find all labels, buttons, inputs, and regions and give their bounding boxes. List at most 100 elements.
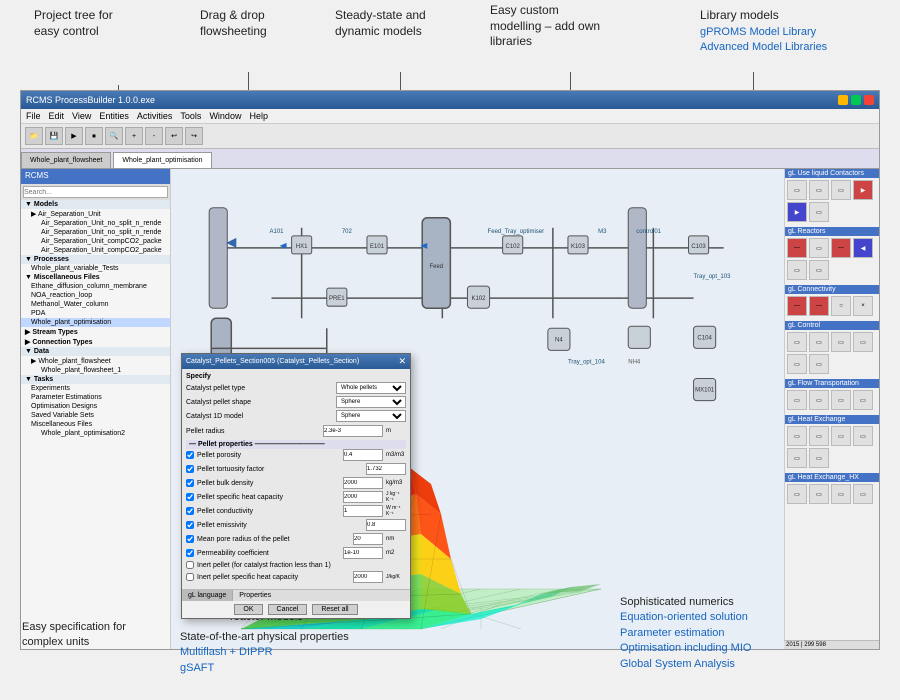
lib-btn-2[interactable]: ▭ (809, 180, 829, 200)
tree-item-pda[interactable]: PDA (21, 309, 170, 318)
lib-hx-btn-3[interactable]: ▭ (831, 484, 851, 504)
tree-item-asu1[interactable]: Air_Separation_Unit_no_split_n_rende (21, 219, 170, 228)
tree-item-whole-opt[interactable]: Whole_plant_optimisation (21, 318, 170, 327)
tree-item-asu4[interactable]: Air_Separation_Unit_compCO2_packe (21, 246, 170, 255)
popup-check-pore-radius[interactable] (186, 535, 194, 543)
lib-flow-btn-3[interactable]: ▭ (831, 390, 851, 410)
popup-check-heat-cap[interactable] (186, 493, 194, 501)
popup-close-icon[interactable]: ✕ (398, 356, 406, 367)
toolbar-btn-6[interactable]: + (125, 127, 143, 145)
tree-item-experiments[interactable]: Experiments (21, 384, 170, 393)
toolbar-btn-7[interactable]: - (145, 127, 163, 145)
popup-input-tortuosity[interactable] (366, 463, 406, 475)
lib-reactor-btn-5[interactable]: ▭ (787, 260, 807, 280)
popup-tab-properties[interactable]: Properties (233, 590, 277, 601)
popup-input-permeability[interactable] (343, 547, 383, 559)
lib-conn-btn-2[interactable]: — (809, 296, 829, 316)
lib-heat-btn-5[interactable]: ▭ (787, 448, 807, 468)
lib-reactor-btn-3[interactable]: — (831, 238, 851, 258)
popup-btn-cancel[interactable]: Cancel (268, 604, 308, 615)
popup-btn-ok[interactable]: OK (234, 604, 262, 615)
lib-heat-btn-4[interactable]: ▭ (853, 426, 873, 446)
popup-check-emissivity[interactable] (186, 521, 194, 529)
popup-select-pellet-type[interactable]: Whole pellets (336, 382, 406, 394)
popup-tab-language[interactable]: gL language (182, 590, 233, 601)
toolbar-btn-2[interactable]: 💾 (45, 127, 63, 145)
tree-item-param-est[interactable]: Parameter Estimations (21, 393, 170, 402)
tree-item-saved-vars[interactable]: Saved Variable Sets (21, 411, 170, 420)
popup-check-inert1[interactable] (186, 561, 194, 569)
toolbar-btn-9[interactable]: ↪ (185, 127, 203, 145)
popup-input-heat-cap[interactable] (343, 491, 383, 503)
lib-btn-5[interactable]: ▶ (787, 202, 807, 222)
menu-edit[interactable]: Edit (49, 111, 65, 121)
tree-item-methanol[interactable]: Methanol_Water_column (21, 300, 170, 309)
lib-reactor-btn-6[interactable]: ▭ (809, 260, 829, 280)
lib-btn-6[interactable]: ▭ (809, 202, 829, 222)
lib-flow-btn-2[interactable]: ▭ (809, 390, 829, 410)
lib-ctrl-btn-4[interactable]: ▭ (853, 332, 873, 352)
tree-item-process1[interactable]: Whole_plant_variable_Tests (21, 264, 170, 273)
lib-heat-btn-2[interactable]: ▭ (809, 426, 829, 446)
lib-reactor-btn-2[interactable]: ▭ (809, 238, 829, 258)
menu-entities[interactable]: Entities (99, 111, 129, 121)
lib-flow-btn-4[interactable]: ▭ (853, 390, 873, 410)
popup-input-pore-radius[interactable] (353, 533, 383, 545)
lib-btn-1[interactable]: ▭ (787, 180, 807, 200)
lib-ctrl-btn-1[interactable]: ▭ (787, 332, 807, 352)
tree-item-whole-fs[interactable]: ▶ Whole_plant_flowsheet (21, 356, 170, 366)
toolbar-btn-3[interactable]: ▶ (65, 127, 83, 145)
tree-item-opt-designs[interactable]: Optimisation Designs (21, 402, 170, 411)
maximize-btn[interactable] (851, 95, 861, 105)
lib-heat-btn-1[interactable]: ▭ (787, 426, 807, 446)
tab-flowsheet[interactable]: Whole_plant_flowsheet (21, 152, 111, 168)
tree-item-whole-opt2[interactable]: Whole_plant_optimisation2 (21, 429, 170, 438)
close-btn[interactable] (864, 95, 874, 105)
lib-btn-3[interactable]: ▭ (831, 180, 851, 200)
lib-conn-btn-3[interactable]: ○ (831, 296, 851, 316)
lib-reactor-btn-4[interactable]: ◀ (853, 238, 873, 258)
tree-item-ethane[interactable]: Ethane_diffusion_column_membrane (21, 282, 170, 291)
lib-ctrl-btn-3[interactable]: ▭ (831, 332, 851, 352)
lib-btn-4[interactable]: ▶ (853, 180, 873, 200)
tree-item-asu2[interactable]: Air_Separation_Unit_no_split_n_rende (21, 228, 170, 237)
menu-help[interactable]: Help (249, 111, 268, 121)
lib-conn-btn-1[interactable]: — (787, 296, 807, 316)
toolbar-btn-1[interactable]: 📁 (25, 127, 43, 145)
popup-check-inert2[interactable] (186, 573, 194, 581)
tree-item-noa[interactable]: NOA_reaction_loop (21, 291, 170, 300)
lib-heat-btn-3[interactable]: ▭ (831, 426, 851, 446)
tree-search-input[interactable] (23, 186, 168, 198)
toolbar-btn-8[interactable]: ↩ (165, 127, 183, 145)
lib-ctrl-btn-6[interactable]: ▭ (809, 354, 829, 374)
popup-btn-reset[interactable]: Reset all (312, 604, 357, 615)
tab-optimisation[interactable]: Whole_plant_optimisation (113, 152, 211, 168)
lib-reactor-btn-1[interactable]: — (787, 238, 807, 258)
popup-input-radius[interactable] (323, 425, 383, 437)
popup-input-bulk-density[interactable] (343, 477, 383, 489)
lib-ctrl-btn-5[interactable]: ▭ (787, 354, 807, 374)
popup-check-bulk-density[interactable] (186, 479, 194, 487)
toolbar-btn-4[interactable]: ⏹ (85, 127, 103, 145)
menu-window[interactable]: Window (209, 111, 241, 121)
minimize-btn[interactable] (838, 95, 848, 105)
popup-input-porosity[interactable] (343, 449, 383, 461)
popup-input-inert2[interactable] (353, 571, 383, 583)
lib-heat-btn-6[interactable]: ▭ (809, 448, 829, 468)
lib-conn-btn-4[interactable]: × (853, 296, 873, 316)
lib-hx-btn-4[interactable]: ▭ (853, 484, 873, 504)
lib-ctrl-btn-2[interactable]: ▭ (809, 332, 829, 352)
popup-check-porosity[interactable] (186, 451, 194, 459)
menu-tools[interactable]: Tools (180, 111, 201, 121)
popup-select-pellet-shape[interactable]: Sphere (336, 396, 406, 408)
tree-item-whole-fs1[interactable]: Whole_plant_flowsheet_1 (21, 366, 170, 375)
lib-hx-btn-2[interactable]: ▭ (809, 484, 829, 504)
tree-item-asu[interactable]: ▶ Air_Separation_Unit (21, 209, 170, 219)
menu-view[interactable]: View (72, 111, 91, 121)
tree-item-misc2[interactable]: Miscellaneous Files (21, 420, 170, 429)
menu-activities[interactable]: Activities (137, 111, 173, 121)
popup-check-conductivity[interactable] (186, 507, 194, 515)
popup-select-catalyst-1d[interactable]: Sphere (336, 410, 406, 422)
popup-check-tortuosity[interactable] (186, 465, 194, 473)
lib-flow-btn-1[interactable]: ▭ (787, 390, 807, 410)
